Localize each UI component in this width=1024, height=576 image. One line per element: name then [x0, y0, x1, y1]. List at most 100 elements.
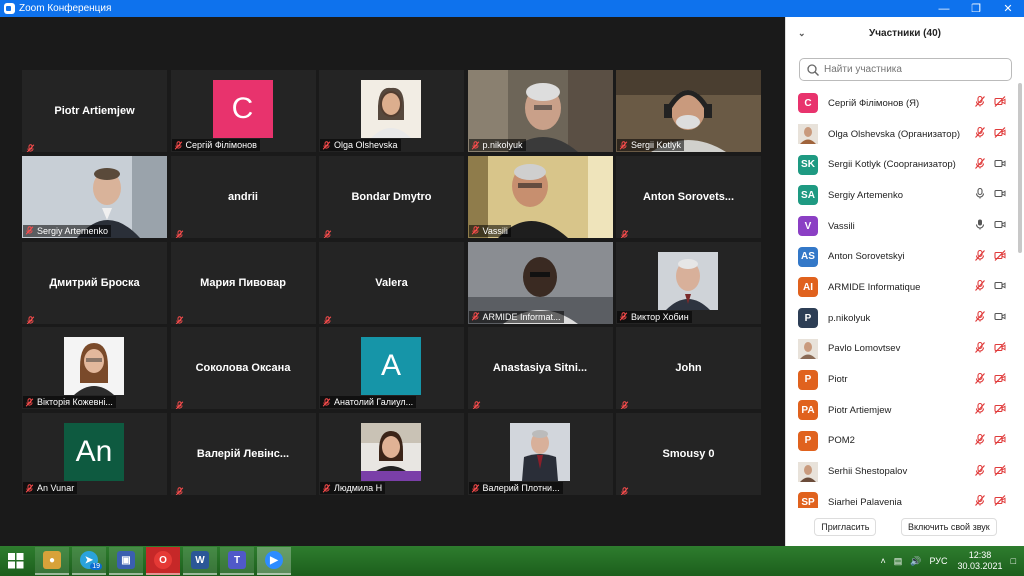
participant-tile[interactable]: John	[616, 327, 761, 410]
participant-tile[interactable]: Виктор Хобин	[616, 241, 761, 324]
mic-muted-icon[interactable]	[974, 126, 986, 142]
chevron-up-icon[interactable]: ˄	[880, 556, 885, 566]
camera-off-icon[interactable]	[994, 464, 1006, 479]
participant-tile[interactable]: Дмитрий Броска	[22, 241, 167, 324]
participant-list-item[interactable]: С Сергій Філімонов (Я)	[786, 88, 1018, 119]
mic-muted-icon[interactable]	[974, 372, 986, 387]
participant-tile[interactable]: A Анатолий Галиул...	[319, 327, 464, 410]
participant-avatar	[798, 338, 818, 359]
participant-tile[interactable]: Smousy 0	[616, 413, 761, 496]
participant-list-item[interactable]: SK Sergii Kotlyk (Соорганизатор)	[786, 149, 1018, 180]
participant-tile[interactable]: Sergiy Artemenko	[22, 155, 167, 238]
minimize-button[interactable]: —	[928, 0, 960, 17]
camera-off-icon[interactable]	[994, 372, 1006, 387]
participant-tile[interactable]: Мария Пивовар	[170, 241, 316, 324]
participant-list-item[interactable]: PA Piotr Artiemjew	[786, 395, 1018, 426]
mic-active-icon[interactable]	[974, 219, 986, 234]
camera-off-icon[interactable]	[994, 403, 1006, 418]
camera-off-icon[interactable]	[994, 249, 1006, 264]
participant-tile[interactable]: Anton Sorovets...	[616, 155, 761, 238]
mic-muted-icon[interactable]	[974, 249, 986, 264]
mic-muted-icon[interactable]	[974, 495, 986, 508]
participant-tile[interactable]: Валерий Плотни...	[467, 413, 613, 496]
participant-tile[interactable]: С Сергій Філімонов	[170, 70, 316, 152]
windows-taskbar: ● ➤ 19 ▣ O W T ▶ ˄ ▤ 🔊 РУС 12:38 30.03.20…	[0, 546, 1024, 576]
mic-muted-icon	[322, 483, 331, 493]
participant-list-item[interactable]: AS Anton Sorovetskyi	[786, 241, 1018, 272]
participant-label-text: Сергій Філімонов	[185, 140, 257, 150]
participant-list-item[interactable]: Pavlo Lomovtsev	[786, 334, 1018, 365]
camera-icon[interactable]	[994, 311, 1006, 326]
mic-muted-icon[interactable]	[974, 311, 986, 326]
participant-list-item[interactable]: Olga Olshevska (Организатор)	[786, 119, 1018, 150]
camera-icon[interactable]	[994, 219, 1006, 234]
invite-button[interactable]: Пригласить	[814, 518, 877, 536]
participant-tile[interactable]: Piotr Artiemjew	[22, 70, 167, 152]
taskbar-explorer[interactable]: ●	[35, 547, 69, 575]
camera-off-icon[interactable]	[994, 433, 1006, 448]
search-participant-input[interactable]	[824, 64, 1004, 75]
participant-tile[interactable]: Валерій Левінс...	[170, 413, 316, 496]
mic-muted-icon[interactable]	[974, 341, 986, 356]
camera-off-icon[interactable]	[994, 127, 1006, 142]
close-button[interactable]: ✕	[992, 0, 1024, 17]
participant-tile[interactable]: Bondar Dmytro	[319, 155, 464, 238]
participant-tile[interactable]: Olga Olshevska	[319, 70, 464, 152]
notifications-icon[interactable]: □	[1011, 556, 1016, 566]
participant-name: Piotr Artiemjew	[54, 105, 135, 117]
participant-list-item[interactable]: SA Sergiy Artemenko	[786, 180, 1018, 211]
participant-list-item[interactable]: V Vassili	[786, 211, 1018, 242]
participant-photo	[509, 423, 570, 482]
participant-tile[interactable]: Sergii Kotlyk	[616, 70, 761, 152]
participant-tile[interactable]: andrii	[170, 155, 316, 238]
participant-label-text: Вікторія Кожевні...	[37, 397, 113, 408]
chevron-down-icon[interactable]: ⌄	[798, 28, 806, 39]
participant-list-scrollbar[interactable]	[1018, 83, 1022, 253]
participant-tile[interactable]: Людмила Н	[319, 413, 464, 496]
participant-tile[interactable]: ARMIDE Informat...	[467, 241, 613, 324]
network-icon[interactable]: ▤	[894, 556, 903, 567]
participant-list[interactable]: С Сергій Філімонов (Я) Olga Olshevska (Орг…	[786, 88, 1018, 508]
participant-list-item[interactable]: SP Siarhei Palavenia	[786, 487, 1018, 508]
search-participant-field[interactable]	[799, 58, 1012, 81]
unmute-self-button[interactable]: Включить свой звук	[900, 518, 997, 536]
taskbar-telegram[interactable]: ➤ 19	[72, 547, 106, 575]
clock[interactable]: 12:38 30.03.2021	[958, 550, 1003, 572]
mic-muted-icon	[619, 312, 628, 321]
restore-button[interactable]: ❐	[960, 0, 992, 17]
mic-muted-icon[interactable]	[974, 433, 986, 448]
participant-list-item[interactable]: P Piotr	[786, 364, 1018, 395]
camera-off-icon[interactable]	[994, 341, 1006, 356]
taskbar-opera[interactable]: O	[146, 547, 180, 575]
camera-icon[interactable]	[994, 280, 1006, 295]
mic-muted-icon[interactable]	[974, 96, 986, 111]
participant-list-item[interactable]: P POM2	[786, 426, 1018, 457]
participant-tile[interactable]: p.nikolyuk	[467, 70, 613, 152]
speaker-icon[interactable]: 🔊	[910, 556, 921, 567]
participants-panel: ⌄ Участники (40) С Сергій Філімонов (Я) Ol…	[785, 17, 1024, 546]
camera-icon[interactable]	[994, 157, 1006, 172]
mic-muted-icon[interactable]	[974, 157, 986, 172]
participant-list-item[interactable]: Serhii Shestopalov	[786, 456, 1018, 487]
participant-tile[interactable]: Вікторія Кожевні...	[22, 327, 167, 410]
mic-muted-icon[interactable]	[974, 464, 986, 479]
mic-icon[interactable]	[974, 188, 986, 203]
start-button[interactable]	[0, 546, 32, 576]
participant-tile[interactable]: Vassili	[467, 155, 613, 238]
camera-icon[interactable]	[994, 188, 1006, 203]
mic-muted-icon[interactable]	[974, 403, 986, 418]
taskbar-teams[interactable]: T	[220, 547, 254, 575]
participant-tile[interactable]: Соколова Оксана	[170, 327, 316, 410]
taskbar-zoom[interactable]: ▶	[257, 547, 291, 575]
language-indicator[interactable]: РУС	[929, 556, 947, 566]
mic-muted-icon[interactable]	[974, 280, 986, 295]
camera-off-icon[interactable]	[994, 96, 1006, 111]
participant-tile[interactable]: Anastasiya Sitni...	[467, 327, 613, 410]
camera-off-icon[interactable]	[994, 495, 1006, 508]
participant-tile[interactable]: An An Vunar	[22, 413, 167, 496]
participant-list-item[interactable]: AI ARMIDE Informatique	[786, 272, 1018, 303]
participant-tile[interactable]: Valera	[319, 241, 464, 324]
participant-list-item[interactable]: Pp.nikolyuk	[786, 303, 1018, 334]
taskbar-word[interactable]: W	[183, 547, 217, 575]
taskbar-save[interactable]: ▣	[109, 547, 143, 575]
